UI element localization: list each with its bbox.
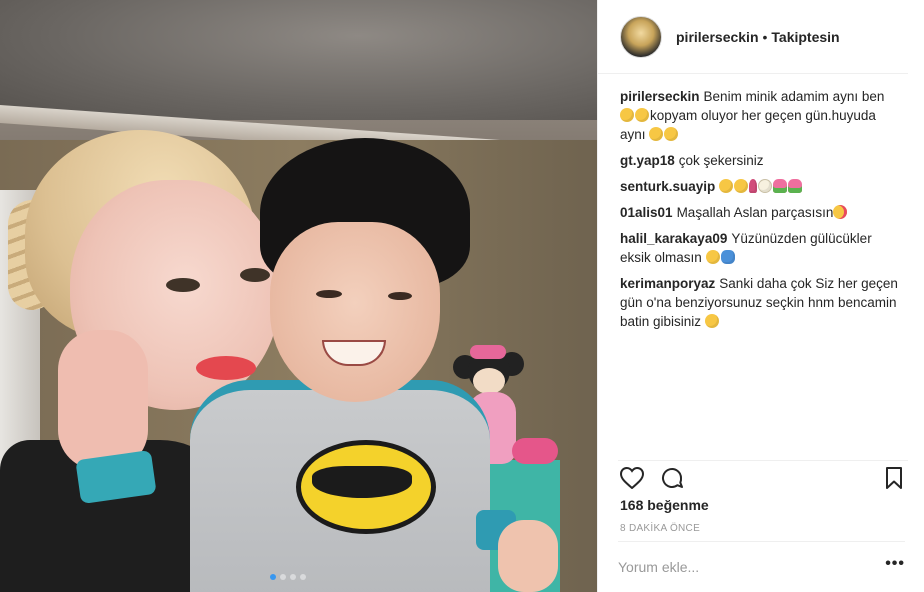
carousel-dot[interactable] [270,574,276,580]
carousel-indicator [270,574,306,580]
smile-emoji-icon [649,127,664,141]
comment-text: Maşallah Aslan parçasısın [676,205,834,220]
person-emoji-icon [720,250,735,264]
comment-button[interactable] [658,464,686,492]
boy-eye-right [388,292,412,300]
instagram-post: pirilerseckin • Takiptesin pirilerseckin… [0,0,924,592]
comment-input[interactable] [618,559,886,575]
comment-item: senturk.suayip [620,177,903,196]
header-separator: • [762,28,768,45]
comment-username[interactable]: 01alis01 [620,205,673,220]
action-bar [618,460,908,495]
comment-text: Benim minik adamim aynı ben [703,89,885,104]
grin-emoji-icon [705,250,720,264]
comment-username[interactable]: pirilerseckin [620,89,700,104]
comment-icon [662,468,683,488]
comment-item: kerimanporyaz Sanki daha çok Siz her geçe… [620,274,903,331]
carousel-dot[interactable] [290,574,296,580]
comment-caption: pirilerseckin Benim minik adamim aynı ben… [620,87,903,144]
comments-list: pirilerseckin Benim minik adamim aynı ben… [598,74,924,448]
comment-username[interactable]: kerimanporyaz [620,276,715,291]
likes-count[interactable]: 168 beğenme [620,497,709,513]
comment-item: halil_karakaya09 Yüzünüzden gülücükler ek… [620,229,903,267]
smiling-face-emoji-icon [704,314,719,328]
carousel-dot[interactable] [280,574,286,580]
bat-logo-symbol [312,466,412,498]
toy-foot [512,438,558,464]
like-button[interactable] [618,464,646,492]
avatar[interactable] [620,15,662,58]
woman-eye-left [166,278,200,292]
more-options-icon[interactable]: ••• [885,556,905,575]
smile-emoji-icon [664,127,679,141]
toy-bow [470,345,506,359]
comment-item: 01alis01 Maşallah Aslan parçasısın [620,203,903,222]
blossom-emoji-icon [758,179,773,193]
woman-lips [196,356,256,380]
carousel-dot[interactable] [300,574,306,580]
header-username[interactable]: pirilerseckin [676,29,759,45]
photo-ceiling [0,0,597,120]
boy-face [270,222,440,402]
smile-emoji-icon [635,108,649,122]
comment-text: çok şekersiniz [678,153,764,168]
smile-emoji-icon [734,179,749,193]
toy-face [473,368,505,394]
post-header: pirilerseckin • Takiptesin [598,0,908,74]
rose-emoji-icon [749,179,758,193]
heart-icon [620,467,644,489]
tulip-emoji-icon [788,179,803,193]
post-sidebar: pirilerseckin • Takiptesin pirilerseckin… [597,0,924,592]
comment-item: gt.yap18 çok şekersiniz [620,151,903,170]
smile-emoji-icon [719,179,734,193]
comment-username[interactable]: senturk.suayip [620,179,715,194]
smile-emoji-icon [620,108,634,122]
save-button[interactable] [880,464,908,492]
boy-eye-left [316,290,342,298]
woman-hand [58,330,148,470]
add-comment-bar: ••• [618,541,905,592]
boy-hand [498,520,558,592]
tulip-emoji-icon [773,179,788,193]
woman-eye-right [240,268,270,282]
follow-status-button[interactable]: Takiptesin [771,29,839,45]
post-photo[interactable] [0,0,597,592]
comment-username[interactable]: gt.yap18 [620,153,675,168]
bookmark-icon [886,467,902,489]
post-timestamp: 8 DAKİKA ÖNCE [620,523,701,534]
comment-username[interactable]: halil_karakaya09 [620,231,727,246]
kiss-emoji-icon [833,205,848,219]
